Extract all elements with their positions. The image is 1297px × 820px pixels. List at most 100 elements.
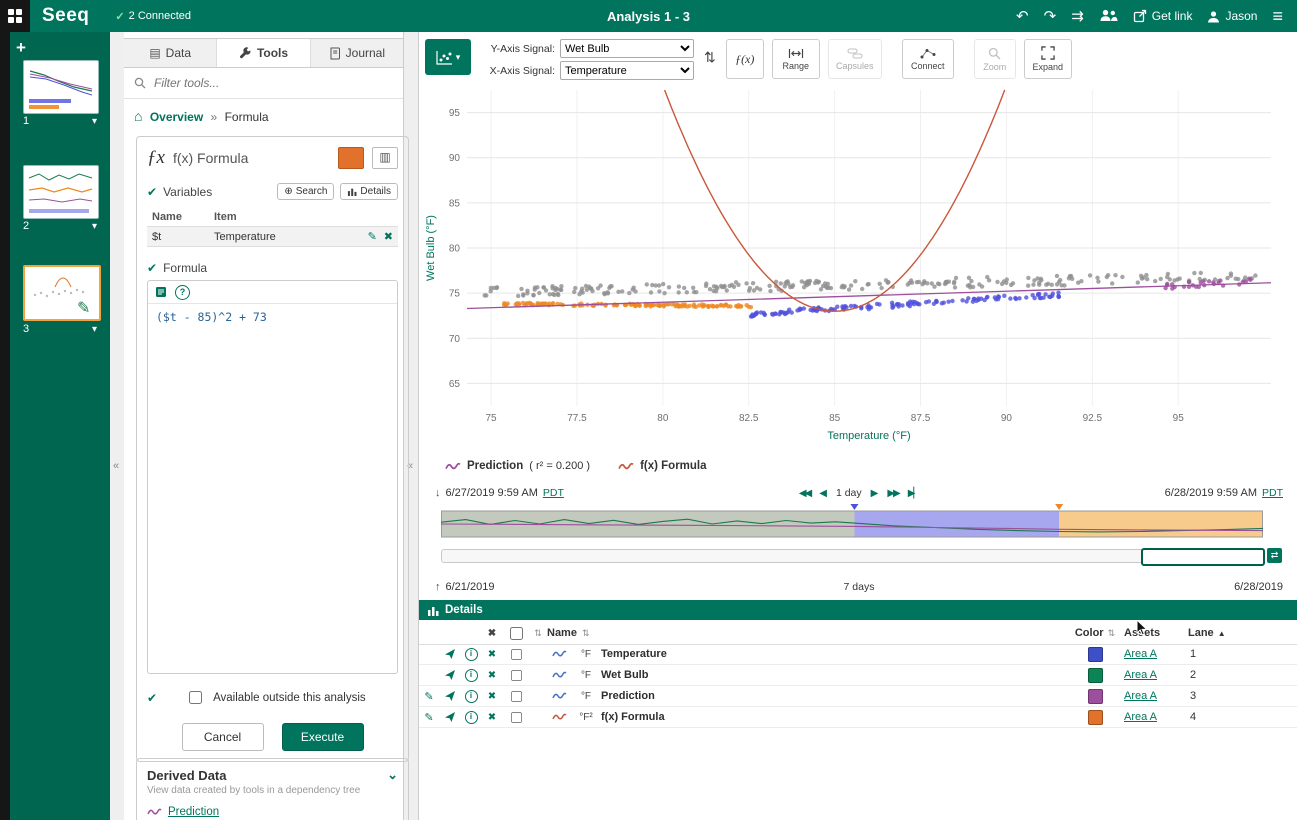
worksheet-thumbnail-3[interactable]: ✎ bbox=[23, 265, 101, 321]
asset-link[interactable]: Area A bbox=[1124, 711, 1157, 723]
undo-button[interactable]: ↶ bbox=[1016, 9, 1029, 24]
invest-start-date[interactable]: 6/21/2019 bbox=[446, 581, 495, 593]
edit-variable-icon[interactable]: ✎ bbox=[368, 230, 377, 243]
invest-end-date[interactable]: 6/28/2019 bbox=[1234, 581, 1283, 593]
range-end[interactable]: 6/28/2019 9:59 AM bbox=[1165, 487, 1257, 499]
signal-name[interactable]: Wet Bulb bbox=[601, 669, 1066, 681]
info-icon[interactable]: i bbox=[465, 648, 478, 661]
edit-icon[interactable]: ✎ bbox=[424, 690, 433, 703]
seeq-logo[interactable]: Seeq bbox=[42, 5, 89, 27]
formula-help-icon[interactable]: ? bbox=[175, 285, 190, 300]
edit-icon[interactable]: ✎ bbox=[424, 711, 433, 724]
chevron-down-icon[interactable]: ▾ bbox=[92, 221, 97, 232]
remove-icon[interactable]: ✖ bbox=[488, 649, 496, 660]
y-axis-signal-select[interactable]: Wet Bulb bbox=[560, 39, 694, 58]
color-swatch[interactable] bbox=[1088, 689, 1103, 704]
x-axis-signal-select[interactable]: Temperature bbox=[560, 61, 694, 80]
connect-button[interactable]: Connect bbox=[902, 39, 954, 79]
auto-update-button[interactable]: ⇄ bbox=[1267, 548, 1282, 563]
send-to-icon[interactable] bbox=[444, 711, 456, 723]
expand-button[interactable]: Expand bbox=[1024, 39, 1072, 79]
timeline-train[interactable] bbox=[441, 504, 1263, 538]
connection-status[interactable]: ✓ 2 Connected bbox=[115, 10, 191, 23]
worksheet-thumbnail-2[interactable] bbox=[23, 165, 99, 219]
send-to-icon[interactable] bbox=[444, 648, 456, 660]
remove-icon[interactable]: ✖ bbox=[488, 712, 496, 723]
documentation-book-icon[interactable] bbox=[155, 286, 167, 298]
row-checkbox[interactable] bbox=[511, 669, 522, 680]
color-column-header[interactable]: Color bbox=[1075, 627, 1104, 639]
chevron-down-icon[interactable]: ⌄ bbox=[387, 767, 398, 783]
row-checkbox[interactable] bbox=[511, 648, 522, 659]
details-variables-button[interactable]: Details bbox=[340, 183, 398, 200]
remove-all-header[interactable]: ✖ bbox=[481, 628, 503, 639]
details-header-bar[interactable]: Details bbox=[419, 600, 1297, 620]
asset-link[interactable]: Area A bbox=[1124, 669, 1157, 681]
apps-grid-button[interactable] bbox=[0, 0, 30, 32]
signal-name[interactable]: Prediction bbox=[601, 690, 1066, 702]
asset-link[interactable]: Area A bbox=[1124, 690, 1157, 702]
step-back-button[interactable]: ◀ bbox=[819, 488, 827, 499]
execute-button[interactable]: Execute bbox=[282, 723, 364, 751]
range-button[interactable]: Range bbox=[772, 39, 820, 79]
legend-fx-formula[interactable]: f(x) Formula bbox=[618, 460, 706, 472]
derived-data-item[interactable]: Prediction bbox=[147, 806, 398, 818]
invest-duration[interactable]: 7 days bbox=[844, 581, 875, 593]
signal-name[interactable]: Temperature bbox=[601, 648, 1066, 660]
legend-prediction[interactable]: Prediction ( r² = 0.200 ) bbox=[445, 460, 590, 472]
scatter-chart[interactable]: 7577.58082.58587.59092.59565707580859095… bbox=[423, 84, 1285, 458]
table-row[interactable]: ✎ i ✖ °F Prediction bbox=[419, 686, 1297, 707]
timezone-link[interactable]: PDT bbox=[1262, 487, 1283, 499]
step-size-label[interactable]: 1 day bbox=[836, 487, 862, 499]
tab-tools[interactable]: Tools bbox=[217, 39, 310, 67]
color-swatch[interactable] bbox=[1088, 668, 1103, 683]
tab-journal[interactable]: Journal bbox=[311, 39, 403, 67]
table-row[interactable]: ✎ i ✖ °F Wet Bulb A bbox=[419, 665, 1297, 686]
chevron-down-icon[interactable]: ▾ bbox=[92, 324, 97, 335]
remove-icon[interactable]: ✖ bbox=[488, 691, 496, 702]
chevron-down-icon[interactable]: ▾ bbox=[92, 116, 97, 127]
search-variables-button[interactable]: ⊕ Search bbox=[277, 183, 334, 200]
swap-axes-button[interactable]: ⇅ bbox=[702, 39, 718, 75]
lane-column-header[interactable]: Lane bbox=[1188, 627, 1214, 639]
color-swatch-button[interactable] bbox=[338, 147, 364, 169]
panel-layout-button[interactable]: ▥ bbox=[372, 147, 398, 169]
color-swatch[interactable] bbox=[1088, 710, 1103, 725]
table-row[interactable]: ✎ i ✖ °F Temperature bbox=[419, 644, 1297, 665]
forward-all-button[interactable]: ⇉ bbox=[1071, 9, 1084, 24]
sort-icon[interactable]: ⇅ bbox=[534, 628, 542, 639]
get-link-button[interactable]: Get link bbox=[1133, 9, 1193, 23]
asset-link[interactable]: Area A bbox=[1124, 648, 1157, 660]
table-row[interactable]: ✎ i ✖ °F² f(x) Formula bbox=[419, 707, 1297, 728]
prediction-link[interactable]: Prediction bbox=[168, 806, 219, 818]
step-back-double-button[interactable]: ◀◀ bbox=[799, 488, 810, 499]
info-icon[interactable]: i bbox=[465, 690, 478, 703]
signal-name[interactable]: f(x) Formula bbox=[601, 711, 1066, 723]
cancel-button[interactable]: Cancel bbox=[182, 723, 264, 751]
fx-tool-button[interactable]: ƒ(x) bbox=[726, 39, 764, 79]
investigate-range-selection[interactable] bbox=[1141, 548, 1265, 566]
home-icon[interactable]: ⌂ bbox=[134, 108, 142, 124]
formula-editor[interactable]: ? ($t - 85)^2 + 73 bbox=[147, 280, 398, 674]
name-column-header[interactable]: Name bbox=[547, 627, 577, 639]
tab-data[interactable]: ▤ Data bbox=[124, 39, 217, 67]
redo-button[interactable]: ↷ bbox=[1044, 9, 1057, 24]
send-to-icon[interactable] bbox=[444, 669, 456, 681]
select-all-checkbox[interactable] bbox=[510, 627, 523, 640]
info-icon[interactable]: i bbox=[465, 711, 478, 724]
worksheet-thumbnail-1[interactable] bbox=[23, 60, 99, 114]
hamburger-menu-button[interactable]: ≡ bbox=[1272, 7, 1283, 25]
info-icon[interactable]: i bbox=[465, 669, 478, 682]
color-swatch[interactable] bbox=[1088, 647, 1103, 662]
remove-variable-icon[interactable]: ✖ bbox=[384, 230, 393, 243]
row-checkbox[interactable] bbox=[511, 711, 522, 722]
investigate-range-track[interactable] bbox=[441, 549, 1265, 563]
available-outside-checkbox[interactable] bbox=[189, 691, 202, 704]
users-button[interactable] bbox=[1099, 8, 1118, 25]
chart-type-dropdown[interactable]: ▾ bbox=[425, 39, 471, 75]
sort-icon[interactable]: ⇅ bbox=[1108, 628, 1116, 639]
formula-code[interactable]: ($t - 85)^2 + 73 bbox=[148, 304, 397, 330]
assets-column-header[interactable]: Assets bbox=[1124, 627, 1188, 639]
breadcrumb-overview-link[interactable]: Overview bbox=[150, 110, 203, 124]
user-menu[interactable]: Jason bbox=[1207, 9, 1257, 23]
